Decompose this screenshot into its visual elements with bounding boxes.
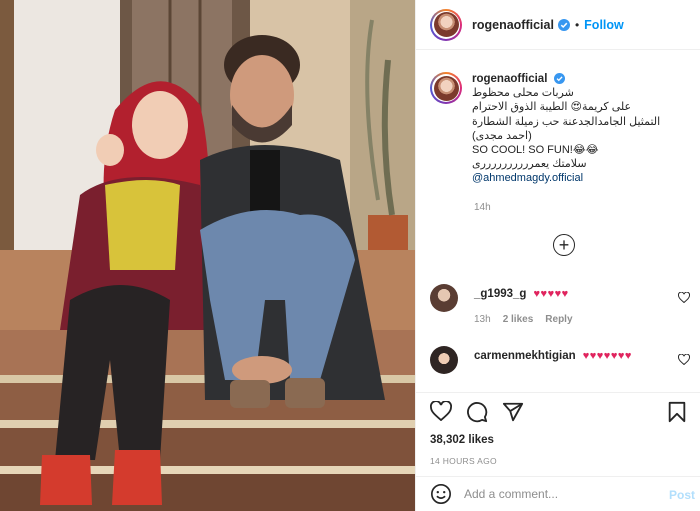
caption-line: التمثيل الجامدالجدعنة حب زميلة الشطارة xyxy=(472,115,661,128)
verified-badge-icon xyxy=(557,18,570,31)
post-actions: 38,302 likes 14 HOURS AGO xyxy=(416,392,700,476)
comment-text: ♥♥♥♥♥♥♥ xyxy=(582,350,632,362)
caption-avatar[interactable] xyxy=(430,72,462,104)
header-username[interactable]: rogenaofficial xyxy=(472,18,554,32)
comment-input[interactable] xyxy=(464,487,654,501)
add-comment-bar: Post xyxy=(416,476,700,511)
heart-icon[interactable] xyxy=(678,292,690,303)
caption-line: على كريمة😍 الطيبة الذوق الاحترام xyxy=(472,101,632,114)
avatar[interactable] xyxy=(430,8,462,41)
follow-button[interactable]: Follow xyxy=(584,18,624,32)
likes-count[interactable]: 38,302 likes xyxy=(430,434,494,446)
caption-time[interactable]: 14h xyxy=(474,202,491,213)
bookmark-icon[interactable] xyxy=(667,401,687,423)
photo-illustration xyxy=(0,0,415,511)
reply-button[interactable]: Reply xyxy=(545,314,572,325)
comment-item: carmenmekhtigian ♥♥♥♥♥♥♥ xyxy=(430,346,692,392)
paper-plane-icon[interactable] xyxy=(502,401,524,423)
instagram-post: rogenaofficial • Follow rogenaofficial ش… xyxy=(0,0,700,511)
comment-username[interactable]: carmenmekhtigian xyxy=(474,350,576,362)
caption-line: سلامتك يعمررررررررررى xyxy=(472,158,587,171)
post-photo[interactable] xyxy=(0,0,415,511)
comment-likes[interactable]: 2 likes xyxy=(503,314,534,325)
caption: rogenaofficial شربات محلى محظوط على كريم… xyxy=(430,72,692,186)
heart-icon[interactable] xyxy=(430,401,452,421)
action-icons xyxy=(430,401,524,423)
verified-badge-icon xyxy=(554,73,566,84)
post-button[interactable]: Post xyxy=(669,488,695,502)
caption-line: (احمد مجدى) xyxy=(472,129,532,142)
caption-username[interactable]: rogenaofficial xyxy=(472,73,547,85)
comment-item: _g1993_g ♥♥♥♥♥ 13h 2 likes Reply xyxy=(430,284,692,334)
post-side-panel: rogenaofficial • Follow rogenaofficial ش… xyxy=(415,0,700,511)
posted-ago[interactable]: 14 HOURS AGO xyxy=(430,456,497,466)
plus-circle-icon[interactable]: + xyxy=(553,234,575,256)
caption-line: SO COOL! SO FUN!😂😂 xyxy=(472,144,599,157)
caption-line: شربات محلى محظوط xyxy=(472,87,574,100)
heart-icon[interactable] xyxy=(678,354,690,365)
comment-username[interactable]: _g1993_g xyxy=(474,288,526,300)
separator-dot: • xyxy=(574,17,580,32)
caption-mention[interactable]: @ahmedmagdy.official xyxy=(472,171,660,185)
comment-meta: 13h 2 likes Reply xyxy=(474,314,573,325)
comment-time[interactable]: 13h xyxy=(474,314,491,325)
comment-text: ♥♥♥♥♥ xyxy=(533,288,569,300)
comment-avatar[interactable] xyxy=(430,284,458,312)
comment-icon[interactable] xyxy=(466,401,488,423)
post-header: rogenaofficial • Follow xyxy=(416,0,700,50)
comment-avatar[interactable] xyxy=(430,346,458,374)
smiley-icon[interactable] xyxy=(430,483,452,505)
comments-section: rogenaofficial شربات محلى محظوط على كريم… xyxy=(416,50,700,392)
